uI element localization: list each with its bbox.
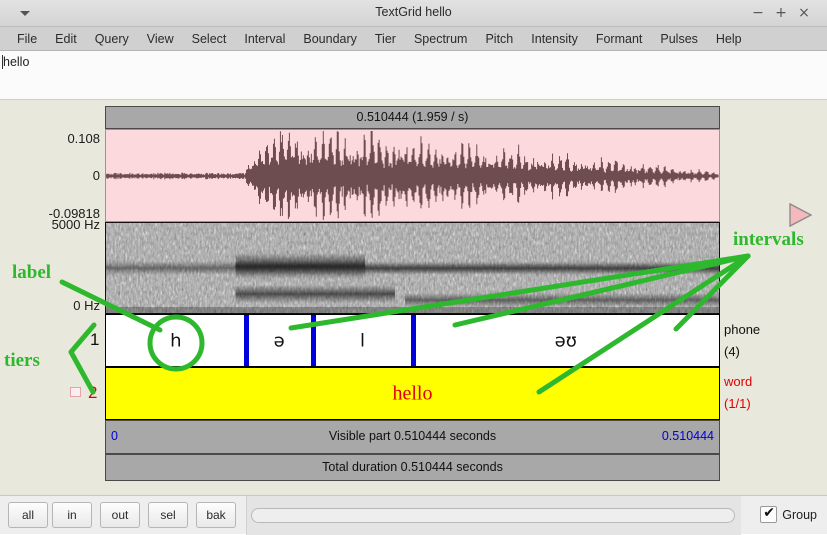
praat-textgrid-editor-window: TextGrid hello − + × File Edit Query View Se… — [0, 0, 827, 535]
interval-label[interactable]: l — [360, 330, 365, 351]
tier-count-word: (1/1) — [724, 396, 751, 411]
waveform-trace — [106, 131, 719, 220]
menu-item-edit[interactable]: Edit — [46, 30, 86, 48]
visible-part-bar[interactable]: 0 Visible part 0.510444 seconds 0.510444 — [105, 420, 720, 454]
interval-text-value: hello — [3, 55, 30, 69]
interval-boundary[interactable] — [310, 315, 316, 366]
interval-label[interactable]: hello — [393, 382, 433, 405]
total-duration-bar[interactable]: Total duration 0.510444 seconds — [105, 454, 720, 481]
spectrogram-ymin-label: 0 Hz — [73, 298, 100, 313]
window-title: TextGrid hello — [375, 5, 452, 19]
interval-boundary[interactable] — [410, 315, 416, 366]
menu-item-formant[interactable]: Formant — [587, 30, 652, 48]
sel-button[interactable]: sel — [148, 502, 188, 528]
waveform-plot — [106, 131, 719, 220]
waveform-ymax-label: 0.108 — [67, 131, 100, 146]
waveform-yzero-label: 0 — [92, 168, 100, 183]
group-checkbox-label: Group — [782, 507, 817, 522]
play-triangle-outline — [789, 203, 812, 227]
title-bar: TextGrid hello − + × — [0, 0, 827, 27]
menu-item-intensity[interactable]: Intensity — [522, 30, 587, 48]
checkmark-icon: ✔ — [763, 505, 775, 521]
in-button[interactable]: in — [52, 502, 92, 528]
annotation-text-tiers: tiers — [4, 350, 40, 371]
interval-boundary[interactable] — [243, 315, 249, 366]
menu-item-boundary[interactable]: Boundary — [294, 30, 366, 48]
tier-selected-icon — [70, 387, 81, 397]
sound-and-textgrid-canvas: 0.510444 (1.959 / s) h ə l əʊ hello 0 Vi… — [0, 100, 827, 495]
visible-part-label: Visible part 0.510444 seconds — [328, 429, 497, 443]
all-button[interactable]: all — [8, 502, 48, 528]
out-button[interactable]: out — [100, 502, 140, 528]
tier-count-phone: (4) — [724, 344, 740, 359]
menu-item-file[interactable]: File — [8, 30, 46, 48]
bak-button[interactable]: bak — [196, 502, 236, 528]
bottom-toolbar: all in out sel bak ✔ Group — [0, 495, 827, 535]
group-checkbox-row[interactable]: ✔ Group — [760, 506, 817, 523]
tier-row-phone[interactable]: h ə l əʊ — [105, 314, 720, 367]
group-checkbox[interactable]: ✔ — [760, 505, 778, 523]
menu-item-help[interactable]: Help — [707, 30, 751, 48]
horizontal-scrollbar[interactable] — [246, 496, 741, 535]
menu-item-interval[interactable]: Interval — [235, 30, 294, 48]
tier-name-phone[interactable]: phone — [724, 322, 760, 337]
spectrogram-panel[interactable] — [105, 222, 720, 314]
tier-row-word[interactable]: hello — [105, 367, 720, 420]
menu-item-query[interactable]: Query — [86, 30, 138, 48]
menu-item-tier[interactable]: Tier — [366, 30, 405, 48]
menu-item-spectrum[interactable]: Spectrum — [405, 30, 477, 48]
close-button[interactable]: × — [795, 4, 813, 22]
interval-label[interactable]: h — [170, 330, 181, 351]
maximize-button[interactable]: + — [772, 4, 790, 22]
menu-item-view[interactable]: View — [138, 30, 183, 48]
spectrogram-image — [106, 223, 719, 313]
menu-item-pitch[interactable]: Pitch — [476, 30, 522, 48]
annotation-text-label: label — [12, 262, 52, 283]
waveform-panel[interactable] — [105, 129, 720, 222]
minimize-button[interactable]: − — [749, 4, 767, 22]
scrollbar-thumb[interactable] — [251, 508, 735, 523]
spectrogram-ymax-label: 5000 Hz — [51, 217, 100, 232]
interval-label[interactable]: əʊ — [555, 330, 577, 351]
menu-item-pulses[interactable]: Pulses — [651, 30, 707, 48]
tier-name-word[interactable]: word — [724, 374, 752, 389]
selection-duration-bar[interactable]: 0.510444 (1.959 / s) — [105, 106, 720, 129]
visible-end-time: 0.510444 — [661, 429, 714, 443]
menu-bar: File Edit Query View Select Interval Boundary T… — [0, 27, 827, 51]
interval-label[interactable]: ə — [274, 330, 285, 351]
menu-item-select[interactable]: Select — [183, 30, 236, 48]
tier-number-2[interactable]: 2 — [88, 383, 97, 403]
interval-text-field[interactable]: hello — [0, 51, 827, 100]
tier-number-1[interactable]: 1 — [90, 330, 99, 350]
annotation-text-intervals: intervals — [733, 229, 804, 250]
